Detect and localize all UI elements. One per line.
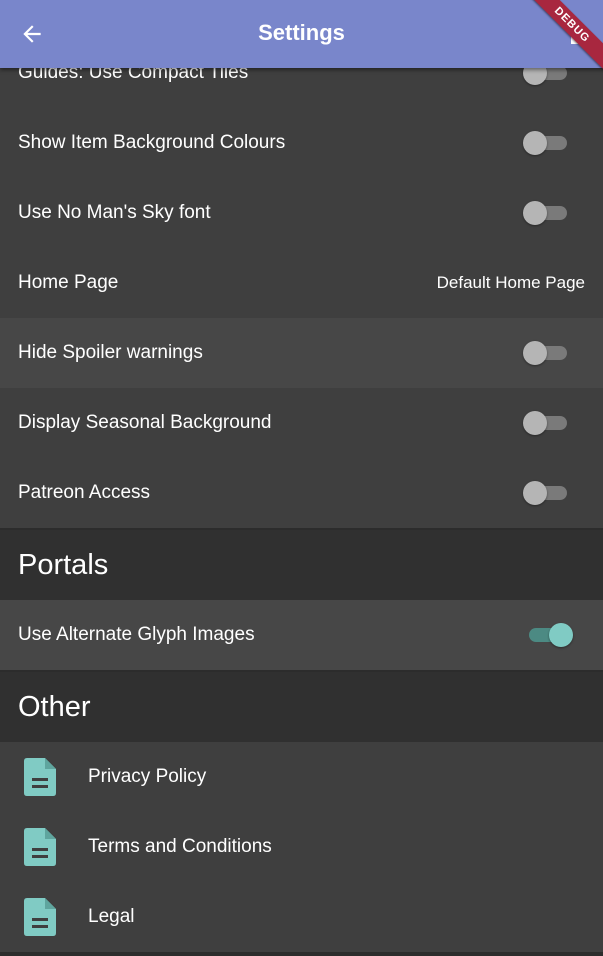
document-icon (24, 828, 56, 866)
app-bar: Settings (0, 0, 603, 68)
link-label: Legal (88, 906, 135, 927)
settings-list: Guides: Use Compact Tiles Show Item Back… (0, 38, 603, 956)
link-privacy-policy[interactable]: Privacy Policy (0, 742, 603, 812)
setting-label: Home Page (18, 272, 119, 293)
setting-label: Show Item Background Colours (18, 132, 286, 153)
seasonal-background-toggle[interactable] (523, 411, 573, 435)
document-icon (24, 898, 56, 936)
setting-row-seasonal-background[interactable]: Display Seasonal Background (0, 388, 603, 458)
page-title: Settings (258, 20, 345, 45)
setting-label: Hide Spoiler warnings (18, 342, 203, 363)
spoiler-warnings-toggle[interactable] (523, 341, 573, 365)
nms-font-toggle[interactable] (523, 201, 573, 225)
alternate-glyphs-toggle[interactable] (523, 623, 573, 647)
link-label: Privacy Policy (88, 766, 207, 787)
patreon-access-toggle[interactable] (523, 481, 573, 505)
home-page-value[interactable]: Default Home Page (437, 273, 585, 293)
link-legal[interactable]: Legal (0, 882, 603, 952)
setting-row-alternate-glyphs[interactable]: Use Alternate Glyph Images (0, 600, 603, 670)
link-terms-and-conditions[interactable]: Terms and Conditions (0, 812, 603, 882)
debug-banner: DEBUG (523, 0, 603, 80)
setting-row-nms-font[interactable]: Use No Man's Sky font (0, 178, 603, 248)
setting-row-home-page[interactable]: Home Page Default Home Page (0, 248, 603, 318)
setting-label: Use No Man's Sky font (18, 202, 211, 223)
link-label: Terms and Conditions (88, 836, 272, 857)
setting-label: Display Seasonal Background (18, 412, 272, 433)
setting-label: Patreon Access (18, 482, 151, 503)
item-bg-colours-toggle[interactable] (523, 131, 573, 155)
document-icon (24, 758, 56, 796)
setting-row-patreon-access[interactable]: Patreon Access (0, 458, 603, 528)
setting-row-item-bg-colours[interactable]: Show Item Background Colours (0, 108, 603, 178)
setting-label: Use Alternate Glyph Images (18, 624, 255, 645)
section-header-other: Other (0, 672, 603, 742)
section-header-portals: Portals (0, 530, 603, 600)
setting-row-spoiler-warnings[interactable]: Hide Spoiler warnings (0, 318, 603, 388)
debug-banner-label: DEBUG (523, 0, 603, 78)
divider (0, 952, 603, 956)
